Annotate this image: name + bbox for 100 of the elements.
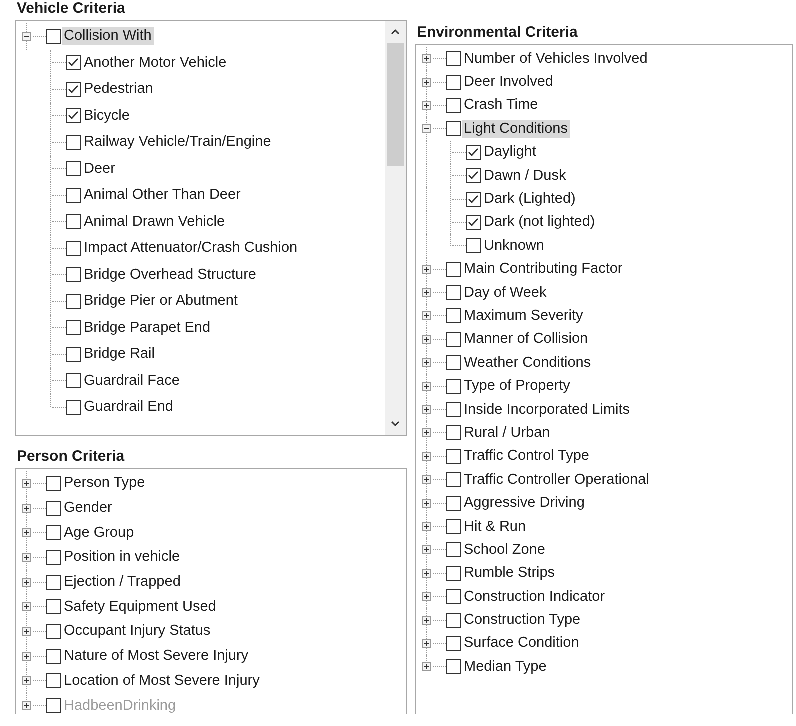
- tree-item-label[interactable]: Age Group: [62, 524, 136, 542]
- scroll-thumb[interactable]: [387, 43, 404, 166]
- checkbox[interactable]: [446, 378, 461, 394]
- checkbox[interactable]: [446, 74, 461, 90]
- checkbox[interactable]: [446, 612, 461, 628]
- tree-item-label[interactable]: Ejection / Trapped: [62, 573, 183, 592]
- tree-item-label[interactable]: Guardrail Face: [82, 372, 182, 390]
- tree-item-label[interactable]: Guardrail End: [82, 398, 176, 416]
- checkbox[interactable]: [446, 332, 461, 347]
- tree-item-label[interactable]: Type of Property: [462, 377, 572, 396]
- checkbox[interactable]: [46, 673, 61, 688]
- tree-item-label[interactable]: Animal Other Than Deer: [82, 186, 243, 204]
- tree-item-label[interactable]: Occupant Injury Status: [62, 622, 213, 640]
- expand-icon[interactable]: [22, 528, 31, 538]
- expand-icon[interactable]: [422, 452, 431, 461]
- expand-icon[interactable]: [422, 54, 431, 64]
- tree-item-label[interactable]: Aggressive Driving: [462, 494, 587, 512]
- expand-icon[interactable]: [422, 358, 431, 368]
- tree-item-label[interactable]: Inside Incorporated Limits: [462, 400, 632, 419]
- tree-item-label[interactable]: Construction Indicator: [462, 588, 608, 606]
- checkbox[interactable]: [46, 648, 61, 664]
- checkbox[interactable]: [46, 550, 61, 565]
- tree-item-label[interactable]: Person Type: [62, 474, 148, 492]
- expand-icon[interactable]: [422, 100, 431, 110]
- tree-item-label[interactable]: Daylight: [482, 143, 538, 162]
- expand-icon[interactable]: [422, 475, 431, 484]
- tree-item-label[interactable]: Light Conditions: [462, 120, 570, 138]
- expand-icon[interactable]: [422, 334, 431, 344]
- tree-item-label[interactable]: Bridge Pier or Abutment: [82, 292, 240, 310]
- checkbox[interactable]: [466, 168, 481, 184]
- expand-icon[interactable]: [422, 311, 431, 320]
- tree-item-label[interactable]: Day of Week: [462, 284, 549, 302]
- tree-item-label[interactable]: Deer: [82, 160, 118, 178]
- tree-item-label[interactable]: Safety Equipment Used: [62, 598, 218, 616]
- expand-icon[interactable]: [422, 638, 431, 648]
- tree-item-label[interactable]: School Zone: [462, 540, 548, 559]
- tree-item-label[interactable]: Rural / Urban: [462, 424, 552, 442]
- expand-icon[interactable]: [22, 552, 31, 562]
- tree-item-label[interactable]: Position in vehicle: [62, 548, 182, 566]
- checkbox[interactable]: [446, 659, 461, 674]
- checkbox[interactable]: [46, 624, 61, 639]
- checkbox[interactable]: [446, 566, 461, 581]
- tree-item-label[interactable]: Maximum Severity: [462, 306, 586, 325]
- expand-icon[interactable]: [422, 264, 431, 274]
- checkbox[interactable]: [66, 161, 81, 176]
- expand-icon[interactable]: [422, 382, 431, 391]
- expand-icon[interactable]: [422, 78, 431, 87]
- expand-icon[interactable]: [22, 602, 31, 612]
- checkbox[interactable]: [446, 98, 461, 113]
- tree-item-label[interactable]: Median Type: [462, 658, 549, 676]
- tree-item-label[interactable]: Bicycle: [82, 106, 132, 125]
- expand-icon[interactable]: [422, 568, 431, 578]
- expand-icon[interactable]: [422, 428, 431, 438]
- checkbox[interactable]: [446, 542, 461, 558]
- tree-item-label[interactable]: Rumble Strips: [462, 564, 558, 582]
- expand-icon[interactable]: [422, 662, 431, 672]
- expand-icon[interactable]: [22, 504, 31, 513]
- tree-item-label[interactable]: Construction Type: [462, 611, 583, 630]
- tree-item-label[interactable]: Dark (not lighted): [482, 213, 598, 232]
- checkbox[interactable]: [446, 121, 461, 136]
- tree-item-label[interactable]: Nature of Most Severe Injury: [62, 647, 251, 666]
- tree-item-label[interactable]: Dark (Lighted): [482, 190, 578, 208]
- expand-icon[interactable]: [22, 626, 31, 636]
- expand-icon[interactable]: [22, 676, 31, 686]
- expand-icon[interactable]: [422, 288, 431, 298]
- checkbox[interactable]: [446, 355, 461, 370]
- expand-icon[interactable]: [422, 498, 431, 508]
- checkbox[interactable]: [66, 346, 81, 362]
- checkbox[interactable]: [446, 496, 461, 511]
- checkbox[interactable]: [466, 214, 481, 230]
- tree-item-label[interactable]: Surface Condition: [462, 634, 582, 652]
- checkbox[interactable]: [446, 589, 461, 604]
- checkbox[interactable]: [66, 188, 81, 203]
- checkbox[interactable]: [66, 134, 81, 150]
- checkbox[interactable]: [66, 214, 81, 230]
- tree-item-label[interactable]: Gender: [62, 499, 114, 518]
- tree-item-label[interactable]: Crash Time: [462, 96, 540, 114]
- checkbox[interactable]: [466, 192, 481, 207]
- checkbox[interactable]: [446, 308, 461, 324]
- tree-item-label[interactable]: Unknown: [482, 236, 546, 255]
- checkbox[interactable]: [46, 500, 61, 516]
- tree-item-label[interactable]: Bridge Rail: [82, 345, 157, 364]
- checkbox[interactable]: [66, 267, 81, 282]
- tree-item-label[interactable]: Railway Vehicle/Train/Engine: [82, 133, 274, 152]
- tree-item-label[interactable]: Main Contributing Factor: [462, 260, 625, 278]
- checkbox[interactable]: [446, 402, 461, 418]
- expand-icon[interactable]: [422, 616, 431, 625]
- collapse-icon[interactable]: [422, 124, 431, 134]
- checkbox[interactable]: [46, 574, 61, 590]
- tree-item-label[interactable]: Bridge Parapet End: [82, 318, 213, 337]
- checkbox[interactable]: [446, 472, 461, 488]
- tree-item-label[interactable]: Collision With: [62, 27, 154, 46]
- checkbox[interactable]: [66, 373, 81, 388]
- expand-icon[interactable]: [22, 578, 31, 587]
- checkbox[interactable]: [66, 108, 81, 124]
- tree-item-label[interactable]: Weather Conditions: [462, 354, 594, 372]
- checkbox[interactable]: [46, 599, 61, 614]
- tree-item-label[interactable]: Number of Vehicles Involved: [462, 50, 650, 68]
- checkbox[interactable]: [66, 320, 81, 336]
- checkbox[interactable]: [66, 55, 81, 70]
